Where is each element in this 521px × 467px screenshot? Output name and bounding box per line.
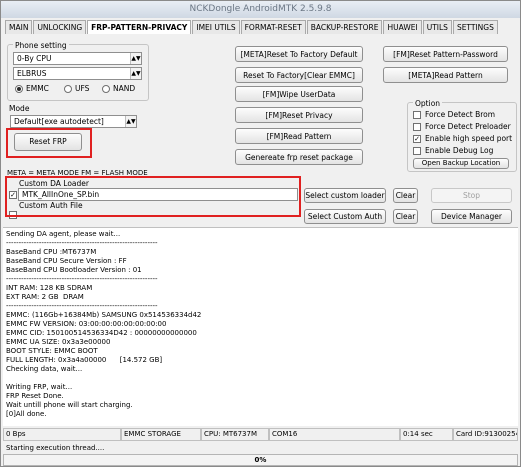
custom-auth-file-label: Custom Auth File	[19, 201, 83, 210]
force-detect-preloader-label: Force Detect Preloader	[425, 122, 511, 131]
option-label: Option	[413, 99, 443, 108]
force-detect-brom-checkbox[interactable]	[413, 111, 421, 119]
log-output[interactable]: Sending DA agent, please wait... --------…	[3, 227, 518, 426]
title-bar: NCKDongle AndroidMTK 2.5.9.8	[1, 1, 520, 18]
enable-debug-log-checkbox[interactable]	[413, 147, 421, 155]
brand-select[interactable]: ELBRUS ▲▼	[13, 67, 142, 80]
stop-button[interactable]: Stop	[431, 188, 512, 203]
clear-auth-button[interactable]: Clear	[393, 209, 418, 224]
mode-label: Mode	[9, 104, 30, 113]
log-line: Wait untill phone will start charging.	[6, 401, 133, 409]
chevron-down-icon: ▲▼	[130, 68, 141, 79]
fm-reset-privacy-button[interactable]: [FM]Reset Privacy	[235, 107, 363, 123]
fm-read-pattern-button[interactable]: [FM]Read Pattern	[235, 128, 363, 144]
log-line: FULL LENGTH: 0x3a4a00000 [14.572 GB]	[6, 356, 163, 364]
log-line: BaseBand CPU :MT6737M	[6, 248, 97, 256]
radio-ufs-label: UFS	[75, 84, 90, 93]
log-line: EXT RAM: 2 GB DRAM	[6, 293, 84, 301]
log-line: Writing FRP, wait...	[6, 383, 73, 391]
force-detect-preloader-checkbox[interactable]	[413, 123, 421, 131]
enable-high-speed-port-checkbox[interactable]: ✓	[413, 135, 421, 143]
tab-bar: MAIN UNLOCKING FRP-PATTERN-PRIVACY IMEI …	[5, 20, 499, 34]
cpu-select[interactable]: 0-By CPU ▲▼	[13, 52, 142, 65]
log-line: BaseBand CPU Bootloader Version : 01	[6, 266, 142, 274]
log-line: [0]All done.	[6, 410, 47, 418]
progress-percent: 0%	[254, 456, 267, 464]
window-title: NCKDongle AndroidMTK 2.5.9.8	[189, 4, 332, 14]
status-time: 0:14 sec	[400, 428, 453, 441]
chevron-down-icon: ▲▼	[125, 116, 136, 127]
tab-backup-restore[interactable]: BACKUP-RESTORE	[306, 20, 383, 34]
select-custom-loader-button[interactable]: Select custom loader	[304, 188, 386, 203]
log-line: ----------------------------------------…	[6, 275, 158, 283]
tab-frp-pattern-privacy[interactable]: FRP-PATTERN-PRIVACY	[87, 20, 192, 34]
meta-reset-factory-button[interactable]: [META]Reset To Factory Default	[235, 46, 363, 62]
custom-auth-checkbox[interactable]	[9, 211, 17, 219]
log-line: EMMC CID: 150100514536334D42 : 000000000…	[6, 329, 197, 337]
log-line: EMMC: (116Gb+16384Mb) SAMSUNG 0x51453633…	[6, 311, 202, 319]
status-bar: 0 Bps EMMC STORAGE CPU: MT6737M COM16 0:…	[3, 428, 518, 441]
da-file-field[interactable]: MTK_AllInOne_SP.bin	[18, 188, 298, 201]
radio-emmc[interactable]	[15, 85, 23, 93]
tab-unlocking[interactable]: UNLOCKING	[33, 20, 87, 34]
fm-reset-pattern-password-button[interactable]: [FM]Reset Pattern-Password	[383, 46, 508, 62]
log-line: INT RAM: 128 KB SDRAM	[6, 284, 93, 292]
radio-nand[interactable]	[102, 85, 110, 93]
status-card-id: Card ID:913002546	[453, 428, 518, 441]
tab-imei-utils[interactable]: IMEI UTILS	[192, 20, 240, 34]
tab-format-reset[interactable]: FORMAT-RESET	[240, 20, 306, 34]
generate-frp-package-button[interactable]: Genereate frp reset package	[235, 149, 363, 165]
mode-select[interactable]: Default[exe autodetect] ▲▼	[10, 115, 137, 128]
mode-select-value: Default[exe autodetect]	[14, 117, 104, 126]
device-manager-button[interactable]: Device Manager	[431, 209, 512, 224]
status-speed: 0 Bps	[3, 428, 121, 441]
reset-factory-clear-emmc-button[interactable]: Reset To Factory[Clear EMMC]	[235, 67, 363, 83]
progress-bar: 0%	[3, 454, 518, 466]
mode-legend: META = META MODE FM = FLASH MODE	[7, 169, 148, 177]
log-line: EMMC UA SIZE: 0x3a3e00000	[6, 338, 111, 346]
clear-da-button[interactable]: Clear	[393, 188, 418, 203]
log-line: EMMC FW VERSION: 03:00:00:00:00:00:00:00	[6, 320, 167, 328]
log-line: BaseBand CPU Secure Version : FF	[6, 257, 127, 265]
reset-frp-button[interactable]: Reset FRP	[14, 133, 82, 151]
log-line: Sending DA agent, please wait...	[6, 230, 121, 238]
log-line: Checking data, wait...	[6, 365, 83, 373]
da-file-value: MTK_AllInOne_SP.bin	[22, 190, 100, 199]
force-detect-brom-label: Force Detect Brom	[425, 110, 496, 119]
fm-wipe-userdata-button[interactable]: [FM]Wipe UserData	[235, 86, 363, 102]
app-window: NCKDongle AndroidMTK 2.5.9.8 MAIN UNLOCK…	[0, 0, 521, 467]
radio-ufs[interactable]	[64, 85, 72, 93]
status-storage: EMMC STORAGE	[121, 428, 201, 441]
log-line: BOOT STYLE: EMMC BOOT	[6, 347, 98, 355]
log-line: FRP Reset Done.	[6, 392, 64, 400]
tab-huawei[interactable]: HUAWEI	[383, 20, 422, 34]
tab-main[interactable]: MAIN	[5, 20, 33, 34]
radio-nand-label: NAND	[113, 84, 136, 93]
chevron-down-icon: ▲▼	[130, 53, 141, 64]
open-backup-location-button[interactable]: Open Backup Location	[413, 158, 509, 169]
meta-read-pattern-button[interactable]: [META]Read Pattern	[383, 67, 508, 83]
progress-text: Starting execution thread....	[6, 444, 105, 452]
tab-utils[interactable]: UTILS	[422, 20, 452, 34]
custom-da-loader-label: Custom DA Loader	[19, 179, 89, 188]
status-cpu: CPU: MT6737M	[201, 428, 269, 441]
radio-emmc-label: EMMC	[26, 84, 49, 93]
tab-settings[interactable]: SETTINGS	[452, 20, 498, 34]
status-port: COM16	[269, 428, 400, 441]
cpu-select-value: 0-By CPU	[17, 54, 52, 63]
enable-debug-log-label: Enable Debug Log	[425, 146, 494, 155]
enable-high-speed-port-label: Enable high speed port	[425, 134, 513, 143]
brand-select-value: ELBRUS	[17, 69, 47, 78]
log-line: ----------------------------------------…	[6, 239, 158, 247]
phone-setting-label: Phone setting	[13, 41, 69, 50]
custom-da-loader-checkbox[interactable]: ✓	[9, 191, 17, 199]
log-line: ----------------------------------------…	[6, 302, 158, 310]
select-custom-auth-button[interactable]: Select Custom Auth	[304, 209, 386, 224]
